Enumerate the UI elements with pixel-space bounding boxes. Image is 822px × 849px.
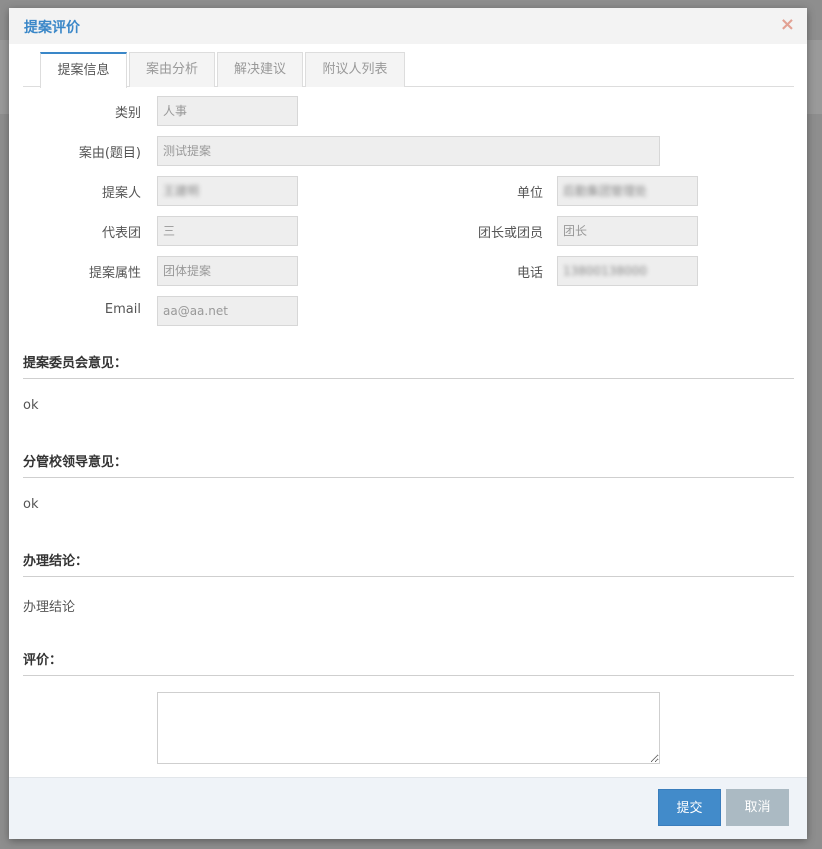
tab-seconders-list[interactable]: 附议人列表 xyxy=(305,52,405,87)
proposer-label: 提案人 xyxy=(101,186,141,201)
section-divider xyxy=(23,576,794,577)
unit-value: 后勤集团管理处 xyxy=(563,184,648,198)
dialog-footer: 提交 取消 xyxy=(9,777,807,839)
tab-cause-analysis[interactable]: 案由分析 xyxy=(129,52,215,87)
conclusion-title: 办理结论： xyxy=(23,554,89,569)
phone-label: 电话 xyxy=(516,266,543,281)
evaluation-textarea[interactable] xyxy=(157,692,660,764)
category-label: 类别 xyxy=(114,106,141,121)
committee-opinion-text: ok xyxy=(23,398,39,413)
proposer-value: 王建明 xyxy=(163,184,200,198)
close-icon[interactable]: × xyxy=(780,14,795,35)
phone-value: 13800138000 xyxy=(563,264,647,278)
cancel-button[interactable]: 取消 xyxy=(726,789,789,826)
leader-opinion-title: 分管校领导意见： xyxy=(23,455,128,470)
unit-label: 单位 xyxy=(516,186,543,201)
delegation-field[interactable]: 三 xyxy=(157,216,298,246)
dialog-title: 提案评价 xyxy=(24,20,80,36)
proposer-field[interactable]: 王建明 xyxy=(157,176,298,206)
delegation-label: 代表团 xyxy=(101,226,141,241)
subject-label: 案由(题目) xyxy=(78,146,141,161)
unit-field[interactable]: 后勤集团管理处 xyxy=(557,176,698,206)
committee-opinion-title: 提案委员会意见： xyxy=(23,356,128,371)
evaluation-dialog: 提案评价 × 提案信息 案由分析 解决建议 附议人列表 类别 人事 案由(题目)… xyxy=(9,8,807,839)
tab-bar: 提案信息 案由分析 解决建议 附议人列表 xyxy=(23,50,794,88)
tab-proposal-info[interactable]: 提案信息 xyxy=(40,52,127,88)
leader-opinion-text: ok xyxy=(23,497,39,512)
tab-solution-suggestion[interactable]: 解决建议 xyxy=(217,52,303,87)
subject-field[interactable]: 测试提案 xyxy=(157,136,660,166)
phone-field[interactable]: 13800138000 xyxy=(557,256,698,286)
section-divider xyxy=(23,675,794,676)
email-label: Email xyxy=(104,302,141,317)
section-divider xyxy=(23,477,794,478)
conclusion-text: 办理结论 xyxy=(23,600,76,615)
section-divider xyxy=(23,378,794,379)
category-field[interactable]: 人事 xyxy=(157,96,298,126)
email-field[interactable]: aa@aa.net xyxy=(157,296,298,326)
attribute-label: 提案属性 xyxy=(88,266,141,281)
attribute-field[interactable]: 团体提案 xyxy=(157,256,298,286)
dialog-header: 提案评价 × xyxy=(9,8,807,44)
role-field[interactable]: 团长 xyxy=(557,216,698,246)
evaluation-title: 评价： xyxy=(23,653,63,668)
submit-button[interactable]: 提交 xyxy=(658,789,721,826)
role-label: 团长或团员 xyxy=(477,226,543,241)
